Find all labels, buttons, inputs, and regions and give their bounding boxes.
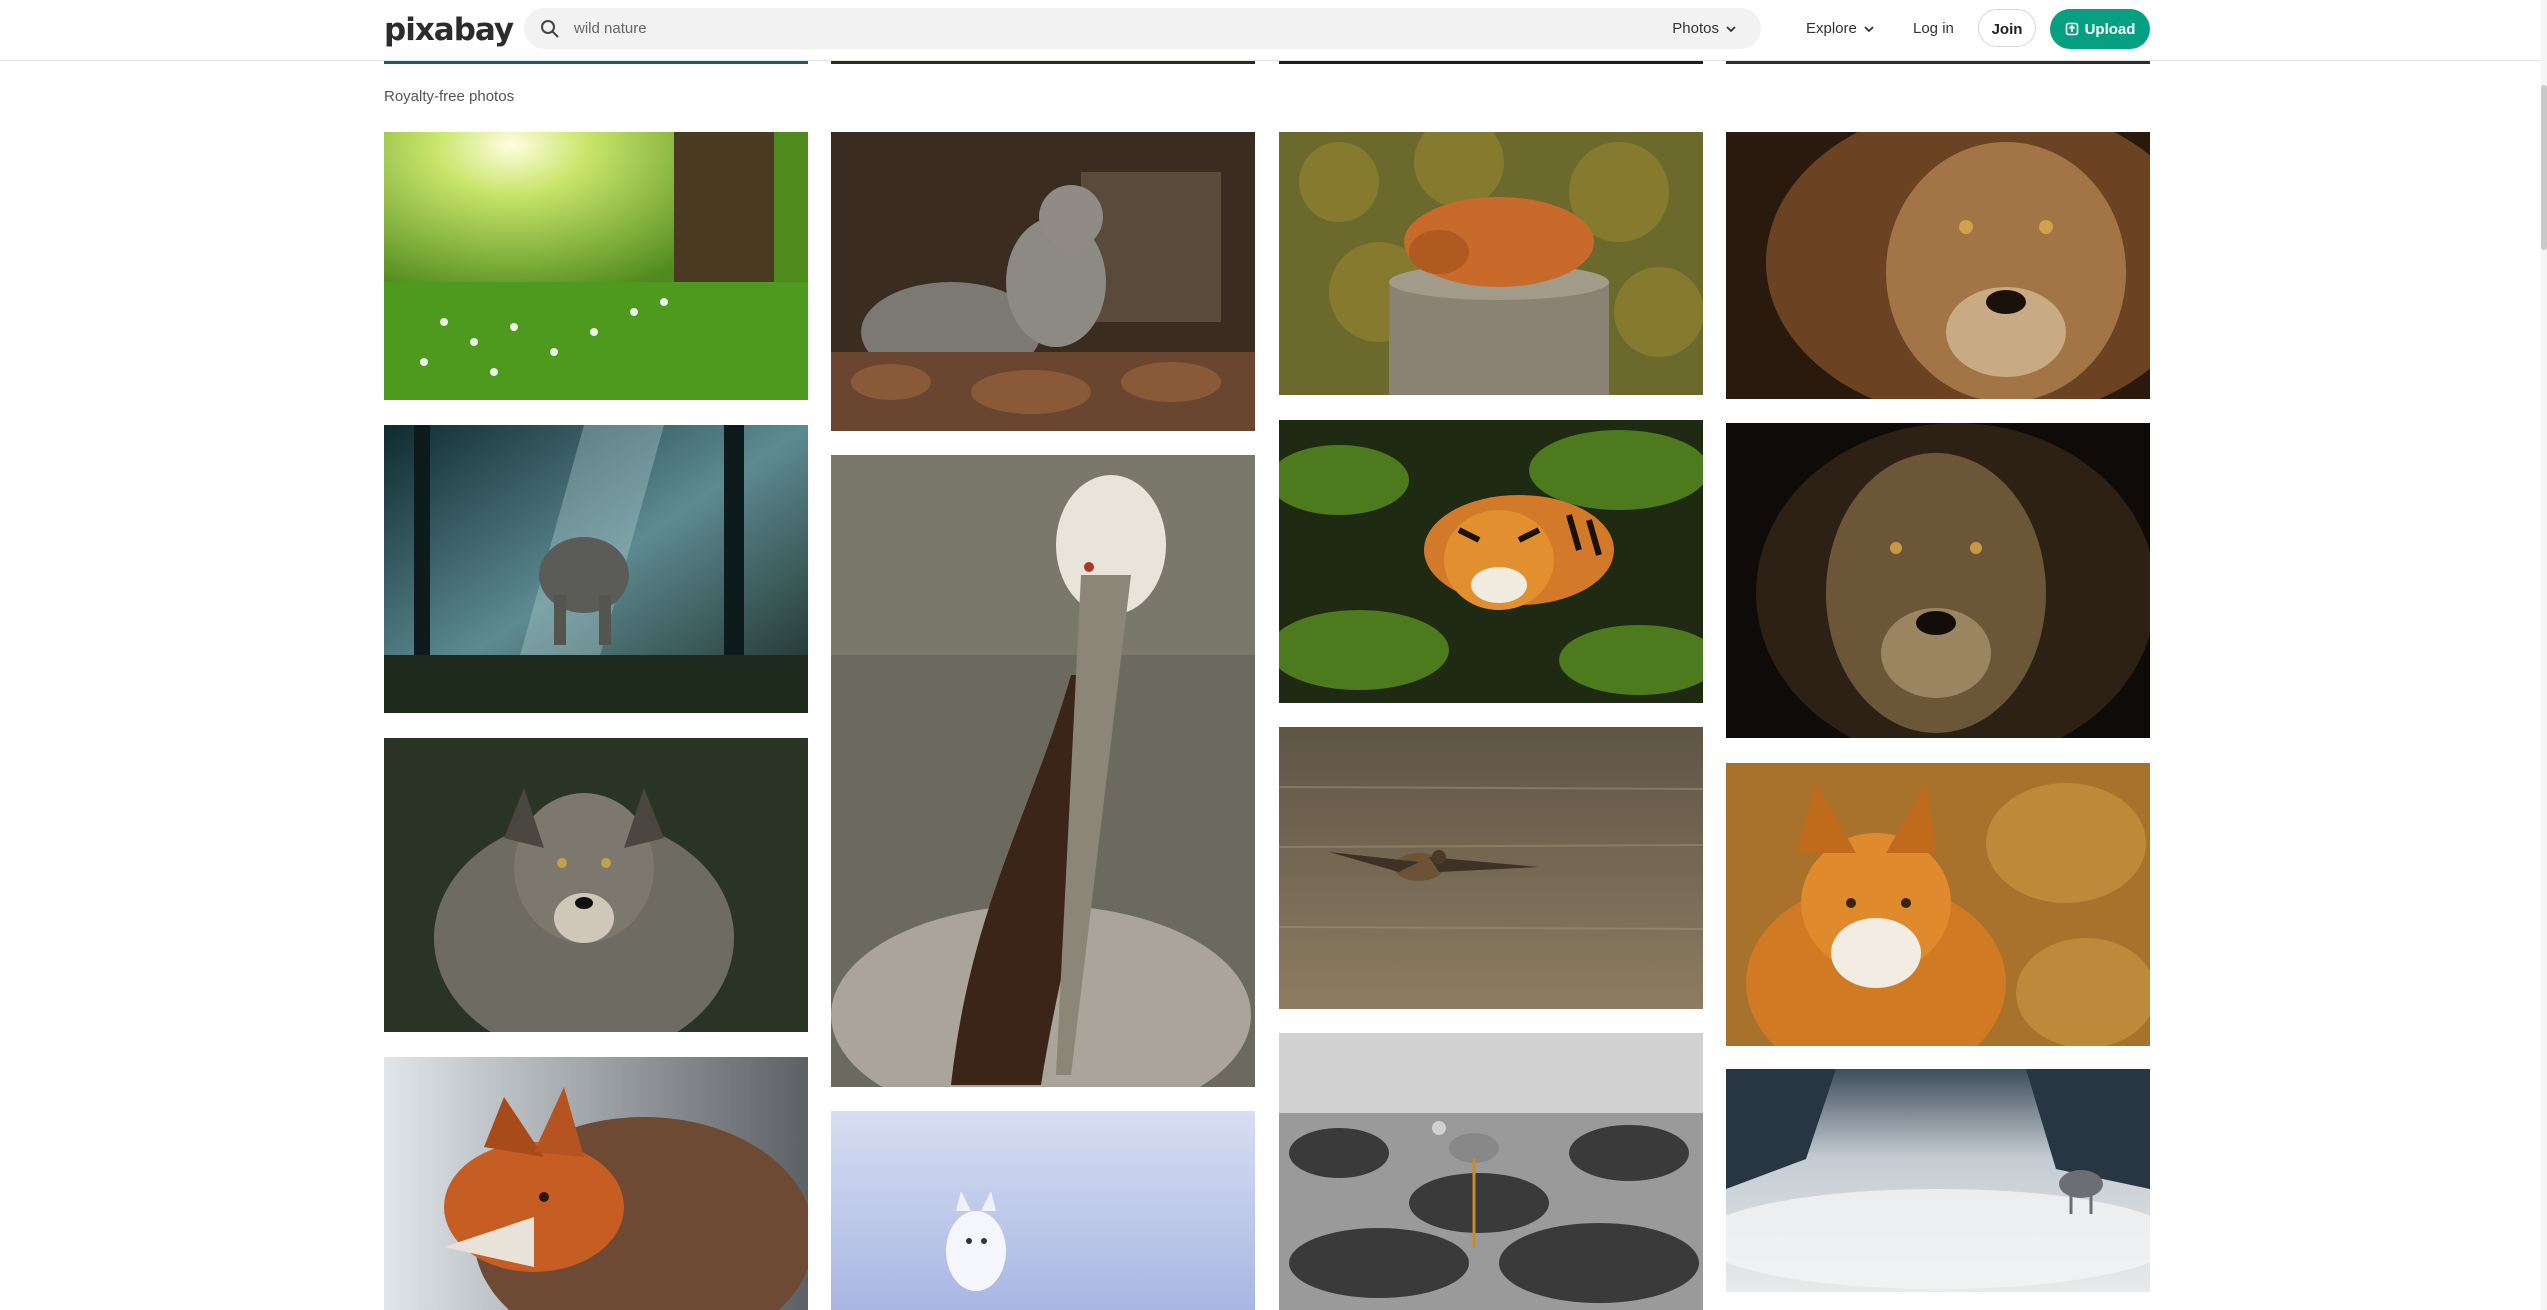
pixabay-logo[interactable]: pixabay bbox=[384, 10, 514, 50]
photo-red-fox-profile[interactable] bbox=[384, 1057, 808, 1310]
photo-lion-closeup[interactable] bbox=[1726, 132, 2150, 399]
photo-brown-pelican[interactable] bbox=[831, 455, 1255, 1087]
search-icon bbox=[541, 20, 559, 38]
photo-squirrel-leaves[interactable] bbox=[831, 132, 1255, 431]
section-label: Royalty-free photos bbox=[384, 88, 515, 105]
photo-tiger-swimming[interactable] bbox=[1279, 420, 1703, 703]
media-type-dropdown[interactable]: Photos bbox=[1672, 8, 1737, 49]
scrollbar-thumb[interactable] bbox=[2541, 85, 2547, 250]
upload-label: Upload bbox=[2084, 20, 2136, 38]
search-input[interactable] bbox=[566, 8, 1654, 49]
photo-dark-lion[interactable] bbox=[1726, 423, 2150, 738]
page-scrollbar[interactable] bbox=[2541, 0, 2547, 1310]
chevron-down-icon bbox=[1864, 26, 1874, 33]
media-type-label: Photos bbox=[1672, 20, 1719, 37]
photo-elephant-forest[interactable] bbox=[384, 425, 808, 713]
upload-icon bbox=[2065, 22, 2078, 36]
top-navigation-bar: pixabay Photos Explore Log in Join Uploa… bbox=[0, 0, 2541, 61]
photo-red-fox-grass[interactable] bbox=[1726, 763, 2150, 1046]
search-bar[interactable]: Photos bbox=[524, 8, 1761, 49]
upload-button[interactable]: Upload bbox=[2050, 9, 2150, 49]
photo-arctic-fox[interactable] bbox=[831, 1111, 1255, 1310]
photo-forest-meadow[interactable] bbox=[384, 132, 808, 400]
photo-heron-rocks[interactable] bbox=[1279, 1033, 1703, 1310]
photo-grey-wolf[interactable] bbox=[384, 738, 808, 1032]
explore-menu[interactable]: Explore bbox=[1806, 9, 1875, 49]
photo-fox-on-stump[interactable] bbox=[1279, 132, 1703, 395]
photo-wolf-fog[interactable] bbox=[1726, 1069, 2150, 1292]
photo-duck-flying[interactable] bbox=[1279, 727, 1703, 1009]
chevron-down-icon bbox=[1726, 25, 1736, 32]
login-link[interactable]: Log in bbox=[1913, 9, 1954, 49]
join-button[interactable]: Join bbox=[1978, 9, 2036, 47]
explore-label: Explore bbox=[1806, 20, 1857, 37]
